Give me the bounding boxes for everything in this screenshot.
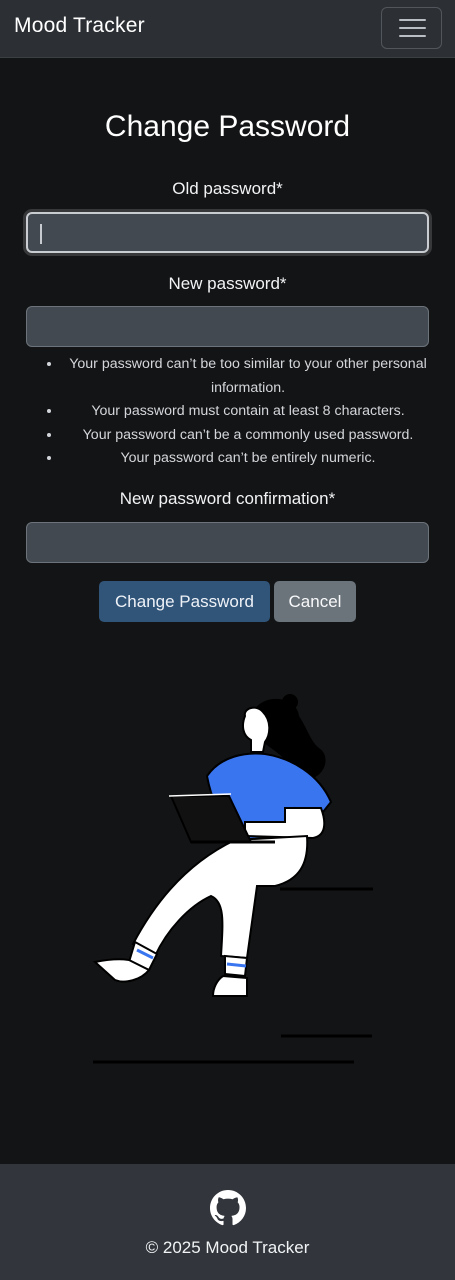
copyright-text: © 2025 Mood Tracker [145, 1238, 310, 1257]
confirm-password-field[interactable] [26, 522, 429, 563]
hamburger-icon [399, 19, 426, 21]
password-help-list: Your password can’t be too similar to yo… [40, 353, 430, 471]
new-password-field[interactable] [26, 306, 429, 347]
help-item: Your password must contain at least 8 ch… [62, 400, 430, 424]
old-password-label: Old password* [172, 179, 283, 198]
text-caret [40, 224, 42, 244]
old-password-field[interactable] [26, 212, 429, 253]
help-item: Your password can’t be entirely numeric. [62, 447, 430, 471]
page-title: Change Password [104, 110, 351, 143]
confirm-password-label: New password confirmation* [119, 489, 336, 508]
menu-toggle-button[interactable] [381, 7, 442, 49]
change-password-button[interactable]: Change Password [99, 581, 270, 622]
person-with-laptop-illustration [92, 694, 373, 1064]
new-password-label: New password* [168, 274, 287, 293]
navbar: Mood Tracker [0, 0, 455, 58]
brand-link[interactable]: Mood Tracker [14, 14, 145, 38]
github-icon[interactable] [210, 1190, 246, 1226]
help-item: Your password can’t be too similar to yo… [62, 353, 430, 400]
help-item: Your password can’t be a commonly used p… [62, 424, 430, 448]
cancel-button[interactable]: Cancel [274, 581, 356, 622]
